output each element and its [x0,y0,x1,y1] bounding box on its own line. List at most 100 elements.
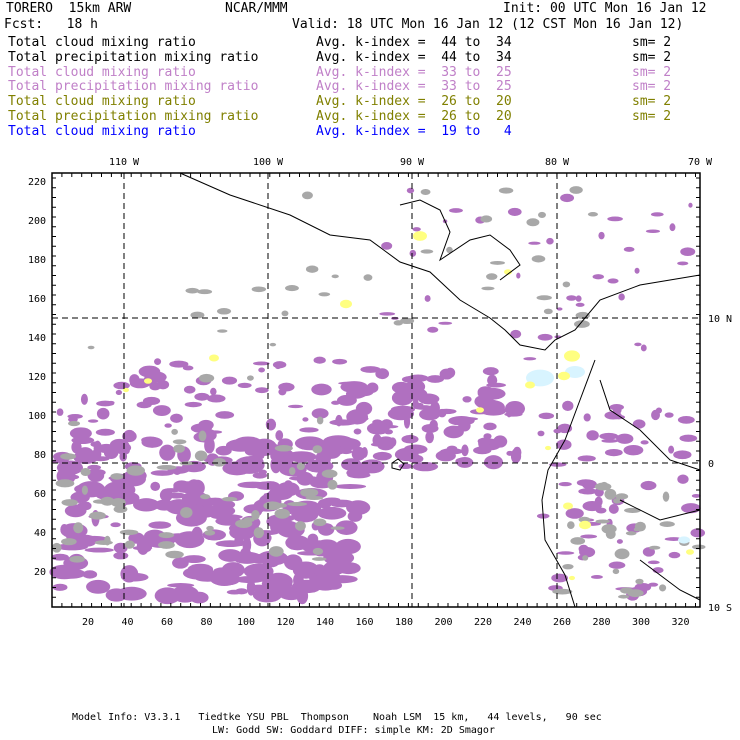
cloud-blob [439,368,454,380]
cloud-blob [104,535,111,546]
cloud-blob [366,422,390,435]
longitude-label: 100 W [253,157,284,168]
cloud-blob [556,551,575,555]
cloud-blob [67,414,83,419]
cloud-blob [680,247,696,257]
cloud-blob [498,187,514,194]
cloud-blob [482,367,499,376]
cloud-blob [647,560,660,565]
cloud-blob [171,585,199,603]
cloud-blob [251,510,260,520]
cloud-blob [194,392,210,401]
x-tick-label: 200 [434,617,452,628]
cloud-blob [531,255,546,263]
cloud-blob [507,207,522,217]
precip-blob [558,371,570,381]
cloud-blob [604,488,617,500]
precip-blob [525,381,535,389]
cloud-blob [607,278,619,284]
cloud-blob [89,511,106,520]
cloud-blob [237,382,252,388]
cloud-blob [565,508,584,519]
cloud-blob [560,193,575,203]
y-tick-label: 60 [34,489,46,500]
cloud-blob [648,582,659,587]
cloud-blob [601,438,619,443]
cloud-blob [418,393,440,405]
cloud-blob [87,345,95,350]
cloud-blob [623,444,644,456]
cloud-blob [158,532,175,539]
cloud-blob [255,387,269,394]
cloud-blob [206,525,214,531]
cloud-blob [142,539,153,552]
y-tick-label: 120 [28,372,46,383]
cloud-blob [323,549,348,565]
cloud-blob [590,574,603,579]
longitude-label: 90 W [400,157,425,168]
precip-blob [144,378,152,384]
precip-blob [413,231,427,241]
cloud-blob [538,211,546,219]
x-tick-label: 120 [276,617,294,628]
cloud-blob [198,373,215,383]
cloud-blob [412,227,421,232]
cloud-blob [664,412,674,418]
cloud-blob [156,465,177,470]
cloud-blob [640,440,649,445]
cloud-blob [334,484,367,489]
cloud-blob [323,497,341,503]
latitude-label: 0 [708,459,714,470]
cloud-blob [681,503,701,514]
cloud-blob [317,506,347,520]
cloud-blob [142,396,161,406]
cloud-blob [516,272,521,279]
cloud-blob [185,287,200,294]
cloud-blob [578,544,589,554]
cloud-blob [92,499,109,504]
cloud-blob [327,479,338,490]
cloud-blob [148,521,172,529]
x-tick-label: 40 [121,617,133,628]
cloud-blob [425,431,434,444]
cloud-blob [288,475,319,481]
cloud-blob [149,382,161,391]
x-tick-label: 60 [161,617,173,628]
cloud-blob [302,191,313,200]
cloud-blob [614,548,630,560]
cloud-blob [679,434,698,442]
cloud-blob [288,467,296,476]
cloud-blob [332,358,348,365]
cloud-blob [318,292,331,297]
cloud-blob [640,344,647,352]
cloud-blob [576,479,595,487]
cloud-blob [481,286,495,291]
cloud-blob [150,481,161,492]
cloud-blob [307,533,319,545]
cloud-blob [337,394,357,406]
cloud-blob [141,436,160,444]
cloud-blob [537,333,553,341]
cloud-blob [566,295,577,301]
cloud-blob [616,539,623,544]
cloud-blob [198,430,207,442]
cloud-blob [634,342,642,347]
cloud-blob [634,267,640,274]
cloud-blob [246,375,254,381]
cloud-blob [76,447,95,464]
y-tick-label: 20 [34,567,46,578]
cloud-blob [635,578,644,585]
cloud-blob [198,419,214,431]
cloud-blob [197,289,213,295]
longitude-label: 110 W [109,157,140,168]
cloud-blob [182,365,194,371]
cloud-blob [274,362,282,370]
cloud-blob [194,450,208,462]
cloud-blob [504,412,523,417]
cloud-blob [648,545,661,550]
cloud-blob [313,564,327,577]
cloud-blob [359,459,385,474]
cloud-blob [623,246,635,252]
cloud-blob [334,436,343,448]
cloud-blob [438,321,453,325]
